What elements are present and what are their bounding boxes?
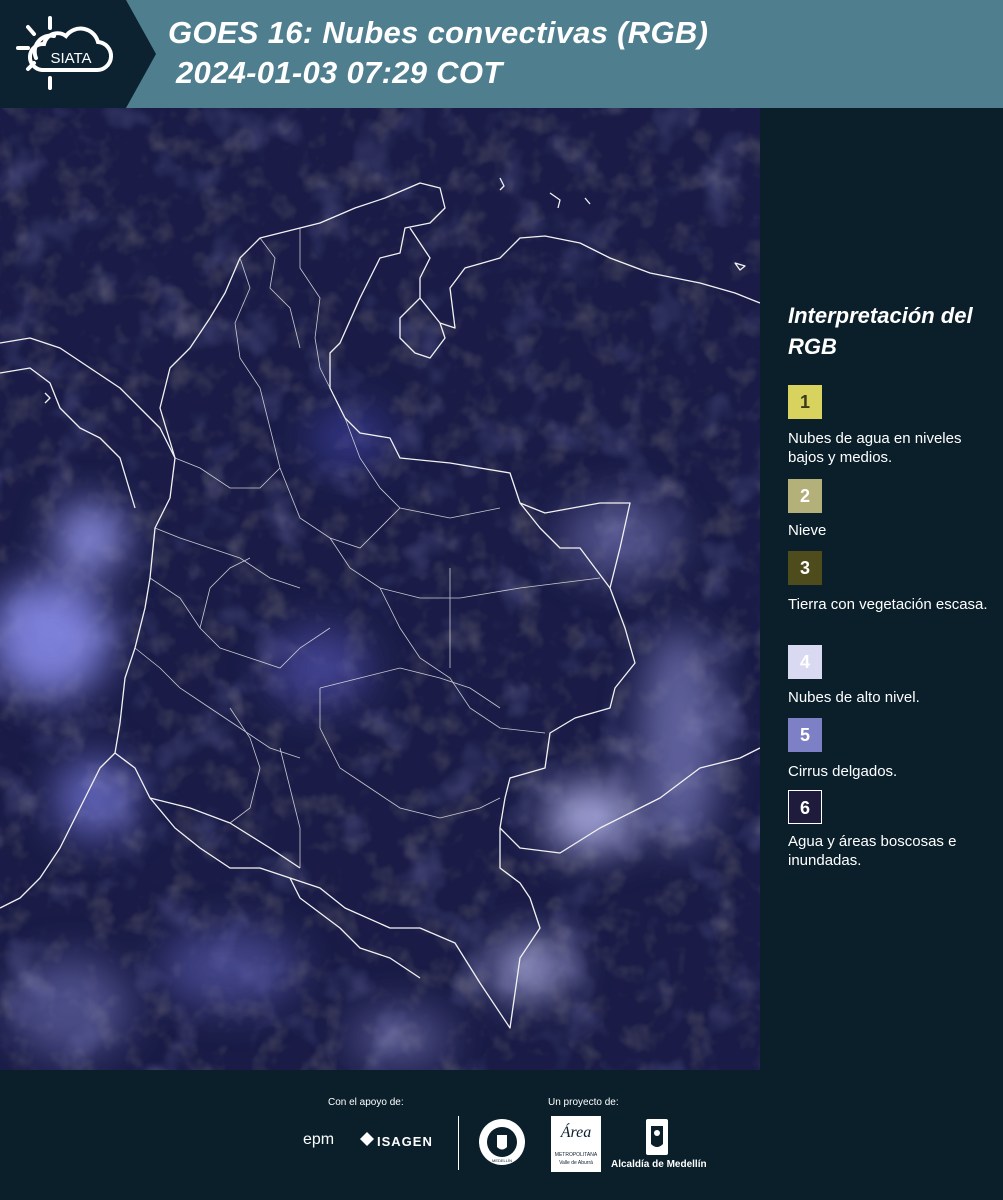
legend-number-5: 5	[799, 725, 810, 745]
area-sub2: Valle de Aburrá	[559, 1160, 593, 1166]
page-title: GOES 16: Nubes convectivas (RGB)	[168, 15, 709, 50]
epm-logo: epm	[303, 1131, 335, 1148]
low-cloud-texture	[0, 108, 760, 1070]
legend-label-4: Nubes de alto nivel.	[788, 689, 920, 706]
map-svg	[0, 108, 760, 1070]
area-metropolitana-logo: Área METROPOLITANA Valle de Aburrá	[551, 1116, 601, 1172]
legend-number-4: 4	[799, 652, 810, 672]
legend-swatch-1: 1	[788, 385, 822, 419]
footer-divider	[458, 1116, 459, 1170]
siata-logo: SIATA	[0, 0, 126, 108]
seal-text: MEDELLÍN	[492, 1158, 512, 1163]
legend-label-2: Nieve	[788, 522, 827, 539]
legend-panel: Interpretación del RGB 1 Nubes de agua e…	[760, 108, 1003, 1070]
logo-text: SIATA	[50, 50, 91, 67]
alcaldia-shield-icon	[645, 1118, 669, 1156]
footer: Con el apoyo de: Un proyecto de: epm ISA…	[0, 1070, 1003, 1200]
medellin-seal-icon: MEDELLÍN	[477, 1117, 527, 1167]
legend-label-1: Nubes de agua en niveles bajos y medios.	[788, 430, 962, 466]
legend-swatch-2: 2	[788, 479, 822, 513]
alcaldia-label: Alcaldía de Medellín	[611, 1159, 707, 1170]
page-timestamp: 2024-01-03 07:29 COT	[176, 55, 503, 90]
area-name: Área	[560, 1124, 592, 1141]
legend-swatch-4: 4	[788, 645, 822, 679]
legend-swatch-3: 3	[788, 551, 822, 585]
sun-cloud-icon: SIATA	[16, 16, 114, 90]
isagen-logo: ISAGEN	[377, 1134, 433, 1149]
legend-swatch-6: 6	[788, 790, 822, 824]
legend-title: Interpretación del RGB	[788, 303, 973, 359]
legend-label-3: Tierra con vegetación escasa.	[788, 596, 988, 613]
header-bar: SIATA GOES 16: Nubes convectivas (RGB) 2…	[0, 0, 1003, 108]
legend-number-3: 3	[799, 558, 810, 578]
legend-label-5: Cirrus delgados.	[788, 763, 898, 780]
legend-number-2: 2	[799, 486, 810, 506]
satellite-map	[0, 108, 760, 1070]
legend-number-1: 1	[799, 392, 810, 412]
legend-number-6: 6	[799, 798, 810, 818]
area-sub1: METROPOLITANA	[554, 1152, 598, 1158]
support-label: Con el apoyo de:	[328, 1097, 404, 1108]
project-label: Un proyecto de:	[548, 1097, 619, 1108]
isagen-icon	[360, 1132, 374, 1146]
logo-arrow	[126, 0, 156, 108]
legend-label-6: Agua y áreas boscosas e inundadas.	[788, 833, 957, 869]
legend-swatch-5: 5	[788, 718, 822, 752]
